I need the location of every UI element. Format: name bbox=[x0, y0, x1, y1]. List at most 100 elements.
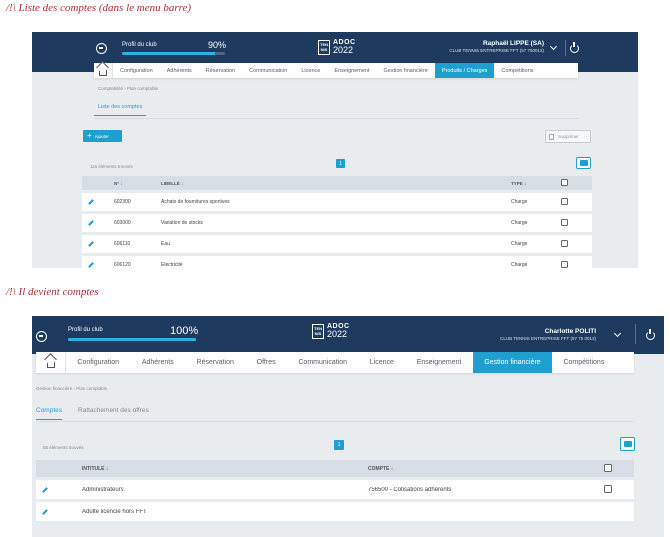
column-label[interactable]: LIBELLÉ ↓ bbox=[161, 181, 511, 186]
chevron-down-icon[interactable] bbox=[613, 329, 622, 338]
profile-progress-bar bbox=[122, 52, 225, 55]
header-divider bbox=[565, 40, 566, 56]
edit-icon[interactable] bbox=[88, 199, 94, 205]
pagination-page-1[interactable]: 1 bbox=[336, 159, 345, 168]
menu-item-produits-charges[interactable]: Produits / Charges bbox=[434, 63, 495, 78]
sub-tabs: Comptes Rattachement des offres bbox=[36, 407, 149, 420]
profile-label: Profil du club bbox=[122, 42, 157, 48]
row-checkbox[interactable] bbox=[561, 260, 568, 268]
menu-item-competitions[interactable]: Compétitions bbox=[494, 63, 540, 78]
pagination-page-1[interactable]: 1 bbox=[334, 440, 344, 450]
adoc-logo: TEN NIS ADOC 2022 bbox=[318, 39, 356, 55]
cell-label: Variation de stocks bbox=[161, 220, 203, 226]
table-row: 603000 Variation de stocks Charge bbox=[82, 211, 592, 232]
club-name: CLUB TENNIS ENTREPRISE FFT (57 750013) bbox=[449, 48, 544, 53]
power-icon[interactable] bbox=[646, 329, 655, 340]
menu-item-licence[interactable]: Licence bbox=[294, 63, 327, 78]
user-name: Raphaël LIPPE (SA) bbox=[482, 40, 544, 47]
screenshot-after: Profil du club 100% TEN NIS ADOC 2022 Char… bbox=[32, 316, 664, 537]
adoc-logo: TEN NIS ADOC 2022 bbox=[312, 323, 350, 339]
user-info[interactable]: Raphaël LIPPE (SA) CLUB TENNIS ENTREPRIS… bbox=[449, 40, 544, 53]
add-button[interactable]: + Ajouter bbox=[83, 130, 122, 142]
export-icon[interactable] bbox=[620, 437, 635, 451]
edit-icon[interactable] bbox=[88, 262, 94, 268]
cell-label: Achats de fournitures sportives bbox=[161, 199, 230, 205]
menu-item-adherents[interactable]: Adhérents bbox=[130, 352, 185, 373]
menu-item-communication[interactable]: Communication bbox=[287, 352, 358, 373]
menu-item-reservation[interactable]: Réservation bbox=[185, 352, 245, 373]
column-num[interactable]: N° ↓ bbox=[114, 181, 161, 186]
column-label[interactable]: INTITULÉ ↓ bbox=[82, 466, 368, 472]
user-info[interactable]: Charlotte POLITI CLUB TENNIS ENTREPRISE … bbox=[500, 328, 596, 341]
tab-comptes[interactable]: Comptes bbox=[36, 407, 63, 420]
main-menu: Configuration Adhérents Réservation Offres C… bbox=[36, 352, 634, 373]
home-icon[interactable] bbox=[36, 352, 66, 373]
cell-num: 606120 bbox=[114, 262, 131, 268]
row-checkbox[interactable] bbox=[561, 218, 568, 226]
table-header: N° ↓ LIBELLÉ ↓ TYPE ↓ bbox=[82, 176, 592, 190]
cell-type: Charge bbox=[511, 220, 528, 226]
cell-label: Administrateurs bbox=[82, 486, 124, 493]
select-all-checkbox[interactable] bbox=[604, 463, 612, 472]
table-row: 602300 Achats de fournitures sportives Cha… bbox=[82, 190, 592, 211]
menu-item-configuration[interactable]: Configuration bbox=[113, 63, 160, 78]
row-checkbox[interactable] bbox=[561, 239, 568, 247]
result-count: 116 éléments trouvés bbox=[90, 164, 133, 169]
export-icon[interactable] bbox=[576, 157, 591, 169]
logout-icon[interactable] bbox=[96, 43, 107, 54]
logout-icon[interactable] bbox=[36, 331, 47, 342]
menu-item-communication[interactable]: Communication bbox=[242, 63, 294, 78]
menu-item-configuration[interactable]: Configuration bbox=[66, 352, 130, 373]
cell-num: 606110 bbox=[114, 241, 131, 247]
profile-progress-bar bbox=[68, 338, 196, 341]
breadcrumb: Comptabilité › Plan comptable bbox=[98, 86, 159, 91]
accounts-table: N° ↓ LIBELLÉ ↓ TYPE ↓ 602300 Achats de fo… bbox=[82, 176, 592, 268]
table-row: Adulte licencié hors FFT bbox=[36, 499, 634, 521]
cell-account: 756500 - Cotisations adhérents bbox=[368, 486, 452, 493]
edit-icon[interactable] bbox=[42, 486, 48, 493]
result-count: 55 éléments trouvés bbox=[43, 445, 84, 450]
edit-icon[interactable] bbox=[42, 508, 48, 515]
top-header: Profil du club 100% TEN NIS ADOC 2022 Char… bbox=[32, 316, 664, 354]
menu-item-offres[interactable]: Offres bbox=[245, 352, 287, 373]
power-icon[interactable] bbox=[570, 42, 579, 53]
table-row: 606120 Electricité Charge bbox=[82, 253, 592, 268]
club-name: CLUB TENNIS ENTREPRISE FFT (57 75 0013) bbox=[500, 336, 596, 341]
cell-num: 603000 bbox=[114, 220, 131, 226]
menu-item-gestion-financiere[interactable]: Gestion financière bbox=[377, 63, 435, 78]
select-all-checkbox[interactable] bbox=[561, 179, 568, 186]
user-name: Charlotte POLITI bbox=[544, 328, 596, 335]
profile-percentage: 90% bbox=[208, 40, 227, 50]
table-row: Administrateurs 756500 - Cotisations adhé… bbox=[36, 477, 634, 499]
tab-liste-des-comptes[interactable]: Liste des comptes bbox=[94, 104, 147, 116]
menu-item-enseignement[interactable]: Enseignement bbox=[405, 352, 473, 373]
header-divider bbox=[635, 324, 636, 344]
menu-item-gestion-financiere[interactable]: Gestion financière bbox=[472, 352, 553, 373]
menu-item-reservation[interactable]: Réservation bbox=[199, 63, 242, 78]
menu-item-competitions[interactable]: Compétitions bbox=[552, 352, 616, 373]
cell-label: Eau bbox=[161, 241, 170, 247]
menu-item-adherents[interactable]: Adhérents bbox=[160, 63, 199, 78]
screenshot-before: Profil du club 90% TEN NIS ADOC 2022 Rapha… bbox=[32, 32, 638, 268]
table-row: 606110 Eau Charge bbox=[82, 232, 592, 253]
menu-item-enseignement[interactable]: Enseignement bbox=[327, 63, 376, 78]
chevron-down-icon[interactable] bbox=[549, 42, 558, 51]
row-checkbox[interactable] bbox=[561, 197, 568, 205]
column-type[interactable]: TYPE ↓ bbox=[511, 181, 561, 186]
delete-button[interactable]: Supprimer bbox=[545, 130, 591, 143]
cell-num: 602300 bbox=[114, 199, 131, 205]
cell-type: Charge bbox=[511, 199, 528, 205]
row-checkbox[interactable] bbox=[604, 484, 612, 493]
tab-rattachement-des-offres[interactable]: Rattachement des offres bbox=[78, 407, 149, 420]
menu-item-licence[interactable]: Licence bbox=[358, 352, 405, 373]
caption-before: /!\ Liste des comptes (dans le menu barr… bbox=[6, 2, 192, 14]
edit-icon[interactable] bbox=[88, 220, 94, 226]
breadcrumb: Gestion financière › Plan comptable bbox=[36, 386, 108, 391]
cell-type: Charge bbox=[511, 262, 528, 268]
edit-icon[interactable] bbox=[88, 241, 94, 247]
cell-label: Adulte licencié hors FFT bbox=[82, 508, 147, 515]
profile-percentage: 100% bbox=[170, 325, 199, 337]
cell-type: Charge bbox=[511, 241, 528, 247]
home-icon[interactable] bbox=[94, 63, 113, 78]
column-account[interactable]: COMPTE ↓ bbox=[368, 466, 604, 472]
